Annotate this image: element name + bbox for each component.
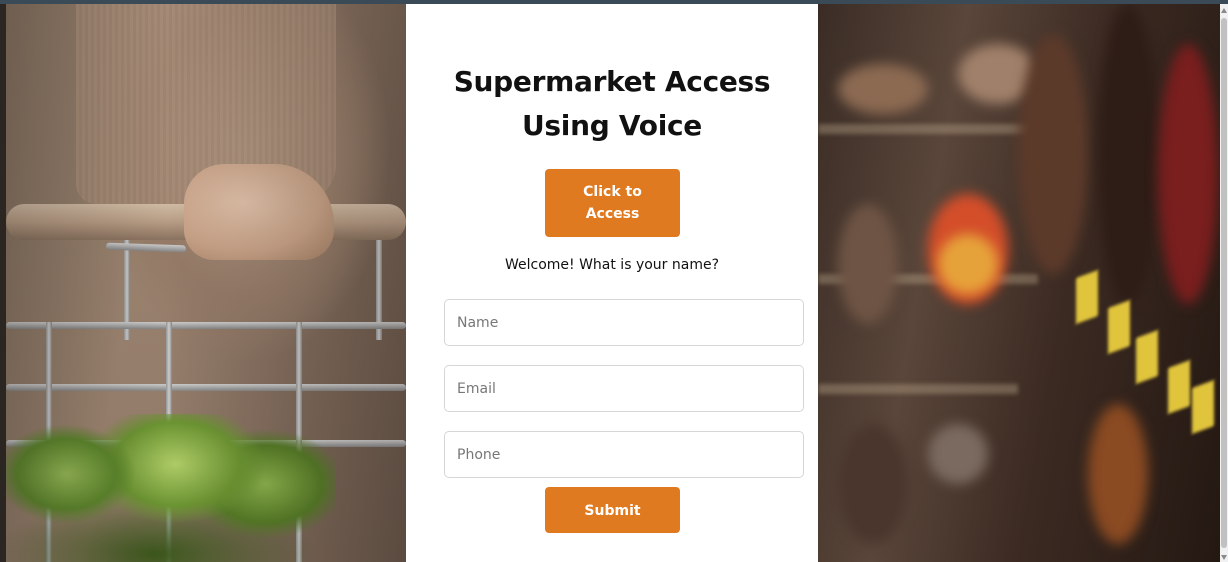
bottle <box>1098 4 1158 304</box>
access-form-card: Supermarket Access Using Voice Click to … <box>406 4 818 562</box>
product <box>938 234 998 294</box>
photo-overlay <box>6 4 406 562</box>
scroll-down-arrow-icon[interactable] <box>1221 555 1227 560</box>
price-tag <box>1168 359 1190 415</box>
name-input[interactable] <box>444 299 804 346</box>
page-title: Supermarket Access Using Voice <box>406 60 818 148</box>
product <box>838 64 928 114</box>
price-tag <box>1108 299 1130 355</box>
price-tag <box>1136 329 1158 385</box>
page: Supermarket Access Using Voice Click to … <box>0 0 1228 562</box>
email-input[interactable] <box>444 365 804 412</box>
bottle <box>1018 34 1088 274</box>
shopper-cart-photo <box>6 4 406 562</box>
price-tag <box>1192 379 1214 435</box>
product <box>838 204 898 324</box>
scroll-up-arrow-icon[interactable] <box>1221 8 1227 13</box>
bottle <box>1088 404 1148 544</box>
shelf <box>818 384 1018 394</box>
product <box>928 424 988 484</box>
price-tag <box>1076 269 1098 325</box>
welcome-prompt: Welcome! What is your name? <box>504 257 720 273</box>
click-to-access-button[interactable]: Click to Access <box>545 169 680 237</box>
phone-input[interactable] <box>444 431 804 478</box>
product <box>838 424 908 544</box>
scrollbar-thumb[interactable] <box>1221 18 1227 548</box>
vertical-scrollbar[interactable] <box>1220 4 1228 562</box>
submit-button[interactable]: Submit <box>545 487 680 533</box>
title-line-1: Supermarket Access <box>453 65 771 98</box>
title-line-2: Using Voice <box>522 109 702 142</box>
supermarket-aisle-photo <box>818 4 1220 562</box>
bottle <box>1158 44 1218 304</box>
